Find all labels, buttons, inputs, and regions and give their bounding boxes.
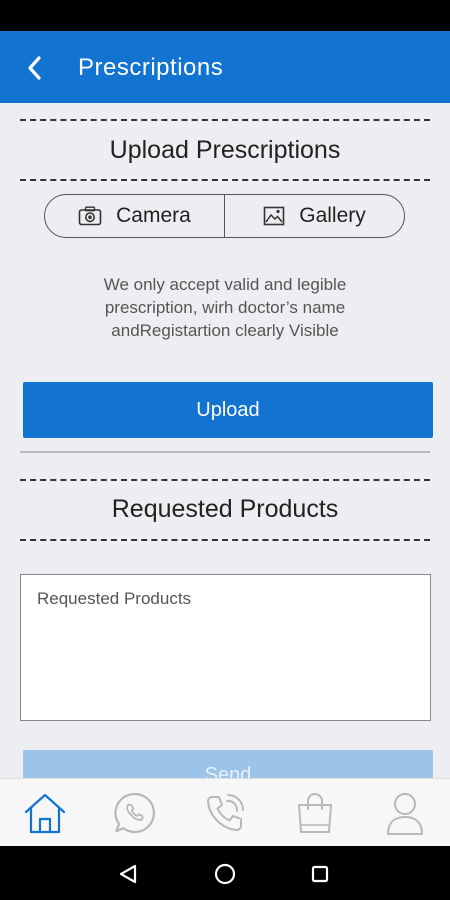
- system-back-button[interactable]: [113, 859, 143, 889]
- page-title: Prescriptions: [78, 54, 224, 81]
- app-bar: Prescriptions: [0, 31, 450, 103]
- upload-button[interactable]: Upload: [23, 382, 433, 438]
- nav-call[interactable]: [180, 779, 270, 847]
- gallery-label: Gallery: [299, 204, 366, 227]
- requested-products-input[interactable]: [20, 574, 431, 721]
- camera-icon: [78, 206, 102, 226]
- nav-cart[interactable]: [270, 779, 360, 847]
- nav-whatsapp[interactable]: [90, 779, 180, 847]
- system-navigation-bar: [0, 846, 450, 900]
- back-button[interactable]: [18, 51, 52, 85]
- shopping-bag-icon: [298, 793, 332, 833]
- main-content: Upload Prescriptions Camera Gallery We o…: [0, 103, 450, 778]
- gallery-icon: [263, 206, 285, 226]
- recents-square-icon: [311, 865, 329, 883]
- system-home-button[interactable]: [210, 859, 240, 889]
- send-button[interactable]: Send: [23, 750, 433, 778]
- camera-label: Camera: [116, 204, 191, 227]
- whatsapp-icon: [114, 792, 155, 834]
- phone-call-icon: [207, 794, 244, 831]
- section-divider: [20, 451, 430, 453]
- upload-section-heading: Upload Prescriptions: [109, 136, 341, 164]
- camera-button[interactable]: Camera: [45, 195, 224, 237]
- home-circle-icon: [214, 863, 236, 885]
- products-section-heading: Requested Products: [111, 495, 339, 523]
- home-icon: [24, 793, 66, 834]
- prescription-info-text: We only accept valid and legible prescri…: [103, 275, 347, 340]
- system-recents-button[interactable]: [305, 859, 335, 889]
- nav-home[interactable]: [0, 779, 90, 847]
- divider-dashed: [20, 119, 430, 121]
- image-source-selector: Camera Gallery: [44, 194, 405, 238]
- divider-dashed: [20, 539, 430, 541]
- gallery-button[interactable]: Gallery: [224, 195, 404, 237]
- divider-dashed: [20, 179, 430, 181]
- nav-profile[interactable]: [360, 779, 450, 847]
- chevron-left-icon: [28, 56, 41, 80]
- back-triangle-icon: [119, 864, 137, 884]
- profile-icon: [387, 793, 423, 835]
- bottom-navigation: [0, 778, 450, 847]
- status-bar: [0, 0, 450, 31]
- divider-dashed: [20, 479, 430, 481]
